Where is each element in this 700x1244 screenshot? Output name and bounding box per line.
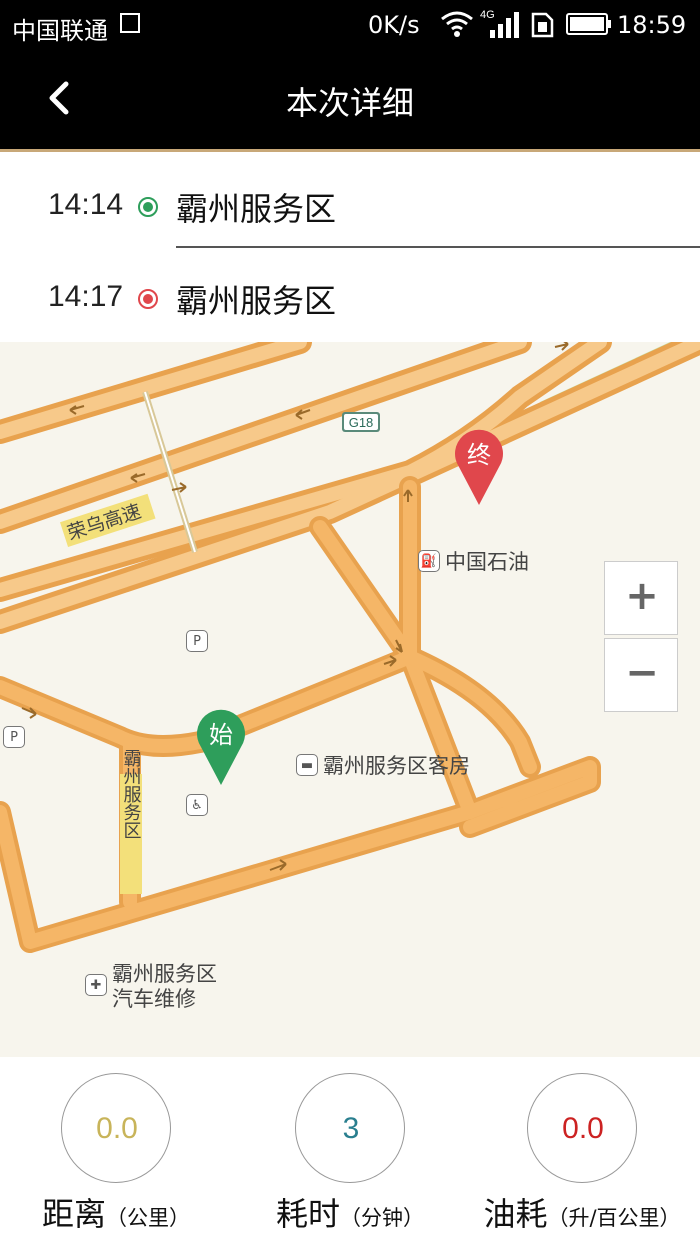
page-title: 本次详细 [285,84,414,122]
repair-shop-label-line1[interactable]: 霸州服务区 [112,962,217,986]
gas-station-icon[interactable]: ⛽ [418,550,440,572]
distance-value: 0.0 [96,1112,138,1145]
start-point-icon [138,197,158,217]
repair-shop-label-line2[interactable]: 汽车维修 [112,987,196,1011]
start-place: 霸州服务区 [176,190,337,228]
duration-value: 3 [342,1112,360,1145]
battery-icon [566,13,611,35]
service-road-label: 霸州服务区 [121,749,142,839]
image-icon [120,13,140,33]
clock: 18:59 [617,11,687,39]
status-bar: 中国联通 0K/s 4G 18:59 [0,0,700,52]
trip-stats: 0.0 距离（公里） 3 耗时（分钟） 0.0 油耗（升/百公里） [0,1057,700,1244]
wifi-icon [441,11,473,37]
network-type: 4G [480,9,495,21]
fuel-value: 0.0 [562,1112,604,1145]
route-divider [176,246,700,248]
plus-icon: + [625,573,659,619]
end-marker-icon[interactable]: 终 [453,427,505,507]
highway-shield-label: G18 [349,415,374,430]
app-header: 本次详细 [0,52,700,152]
duration-stat: 3 耗时（分钟） [240,1073,460,1243]
duration-label: 耗时（分钟） [275,1195,424,1233]
start-marker-icon[interactable]: 始 [195,707,247,787]
parking-icon[interactable]: P [3,726,25,748]
sim-card-icon [531,12,554,38]
end-marker-label: 终 [467,441,491,469]
duration-circle: 3 [295,1073,405,1183]
hotel-icon[interactable]: ▬ [296,754,318,776]
distance-circle: 0.0 [61,1073,171,1183]
route-end-row: 14:17 霸州服务区 [0,250,700,342]
route-start-row: 14:14 霸州服务区 [0,158,700,250]
fuel-circle: 0.0 [527,1073,637,1183]
zoom-out-button[interactable]: − [604,638,678,712]
carrier-name: 中国联通 [12,17,108,45]
end-time: 14:17 [48,280,124,313]
repair-shop-icon[interactable]: ✚ [85,974,107,996]
minus-icon: − [625,650,659,696]
fuel-stat: 0.0 油耗（升/百公里） [472,1073,692,1243]
end-place: 霸州服务区 [176,282,337,320]
signal-icon: 4G [480,9,519,38]
network-speed: 0K/s [368,11,420,39]
parking-icon[interactable]: P [186,630,208,652]
zoom-in-button[interactable]: + [604,561,678,635]
map-roads: G18 荣乌高速 霸州服务区 [0,342,700,953]
start-marker-label: 始 [209,721,233,749]
fuel-label: 油耗（升/百公里） [483,1195,681,1233]
map-view[interactable]: G18 荣乌高速 霸州服务区 ⛽ 中国石油 P P ♿ ▬ 霸州服务区客房 ✚ … [0,342,700,1057]
restroom-icon[interactable]: ♿ [186,794,208,816]
end-point-icon [138,289,158,309]
distance-label: 距离（公里） [41,1195,190,1233]
distance-stat: 0.0 距离（公里） [6,1073,226,1243]
gas-station-label[interactable]: 中国石油 [445,550,529,574]
start-time: 14:14 [48,188,124,221]
hotel-label[interactable]: 霸州服务区客房 [323,754,470,778]
